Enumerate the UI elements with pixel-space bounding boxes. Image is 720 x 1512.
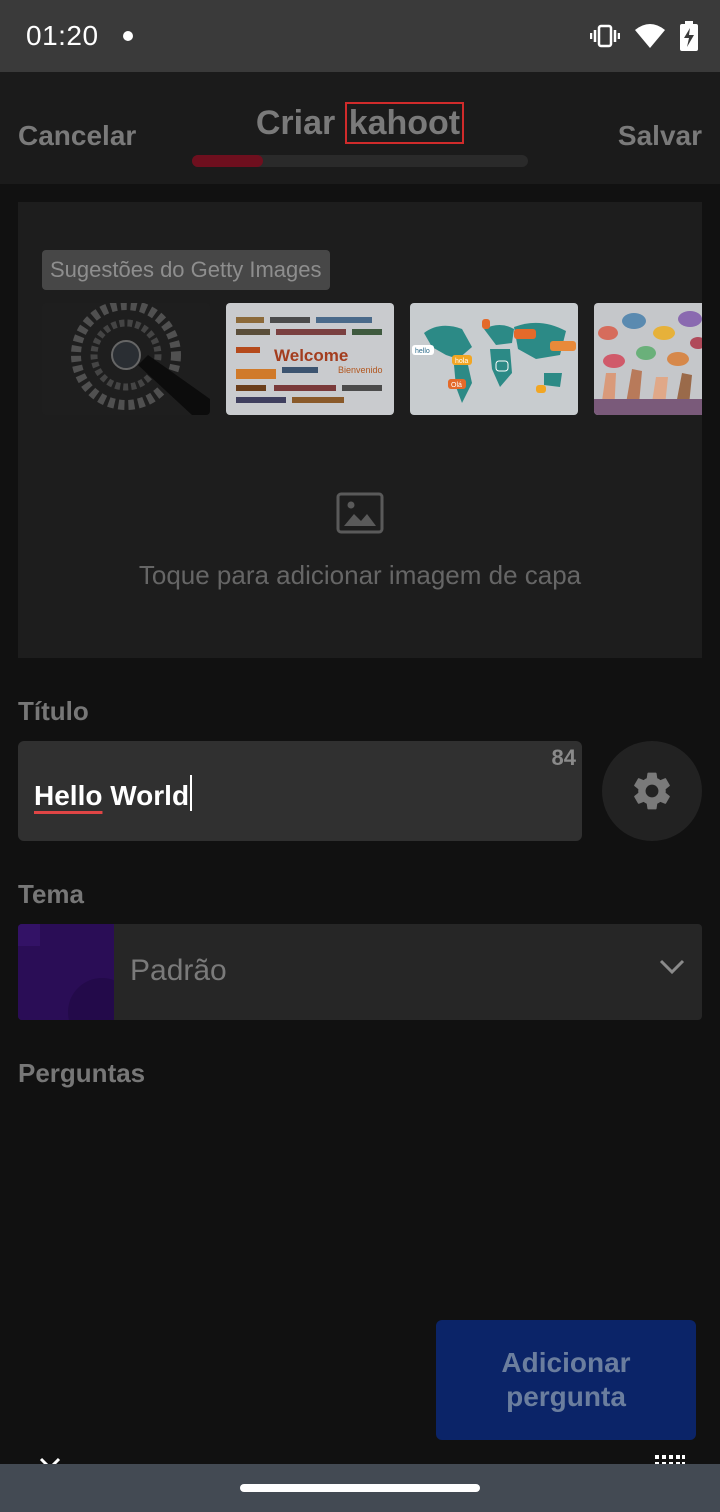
wifi-icon — [635, 24, 665, 48]
progress-bar-fill — [192, 155, 263, 167]
title-input-value: Hello World — [34, 775, 193, 812]
theme-dropdown[interactable]: Padrão — [18, 924, 702, 1020]
welcome-globe-words-image[interactable] — [42, 303, 210, 415]
add-question-button[interactable]: Adicionar pergunta — [436, 1320, 696, 1440]
world-map-speech-bubbles-image[interactable]: hello hola Olá — [410, 303, 578, 415]
title-value-word: World — [110, 780, 190, 811]
gear-icon — [634, 772, 670, 810]
status-icons — [590, 20, 698, 52]
getty-thumbnails: Welcome Bienvenido hello hola Olá — [42, 303, 702, 415]
title-input[interactable]: 84 Hello World — [18, 741, 582, 841]
cover-image-panel[interactable]: Sugestões do Getty Images Welcome Bienve… — [18, 202, 702, 658]
settings-button[interactable] — [602, 741, 702, 841]
title-label: Título — [18, 696, 89, 726]
thumb-text-ola: Olá — [451, 382, 462, 389]
progress-bar — [192, 155, 528, 167]
system-nav-bar — [0, 1464, 720, 1512]
save-button[interactable]: Salvar — [618, 120, 702, 152]
page-title-brand: kahoot — [344, 102, 465, 144]
status-time: 01:20 — [26, 20, 99, 51]
thumb-text-bienvenido: Bienvenido — [338, 365, 383, 375]
title-char-counter: 84 — [551, 745, 576, 770]
hands-holding-speech-bubbles-image[interactable] — [594, 303, 702, 415]
add-question-label-line2: pergunta — [506, 1381, 626, 1412]
battery-charging-icon — [680, 21, 698, 51]
welcome-word-cloud-image[interactable]: Welcome Bienvenido — [226, 303, 394, 415]
page-title: Criar kahoot — [0, 102, 720, 144]
theme-preview-thumbnail — [18, 924, 114, 1020]
getty-suggestions-label: Sugestões do Getty Images — [42, 250, 330, 290]
add-question-label-line1: Adicionar — [501, 1347, 631, 1378]
title-value-word-misspelled: Hello — [34, 780, 103, 811]
add-cover-image-hint: Toque para adicionar imagem de capa — [138, 560, 582, 590]
vibrate-icon — [590, 24, 620, 48]
app-header: Cancelar Criar kahoot Salvar — [0, 72, 720, 184]
thumb-text-hola: hola — [455, 358, 468, 365]
theme-label: Tema — [18, 879, 84, 909]
home-gesture-handle[interactable] — [240, 1484, 480, 1492]
theme-selected-value: Padrão — [130, 954, 227, 987]
page-title-verb: Criar — [255, 104, 336, 142]
questions-label: Perguntas — [18, 1058, 146, 1088]
notification-dot-icon — [123, 31, 133, 41]
thumb-text-hello: hello — [415, 348, 430, 355]
status-bar: 01:20 — [0, 0, 720, 72]
image-placeholder-icon — [336, 492, 384, 534]
thumb-text-welcome: Welcome — [274, 346, 348, 365]
chevron-down-icon — [659, 959, 685, 975]
text-caret — [190, 775, 193, 811]
